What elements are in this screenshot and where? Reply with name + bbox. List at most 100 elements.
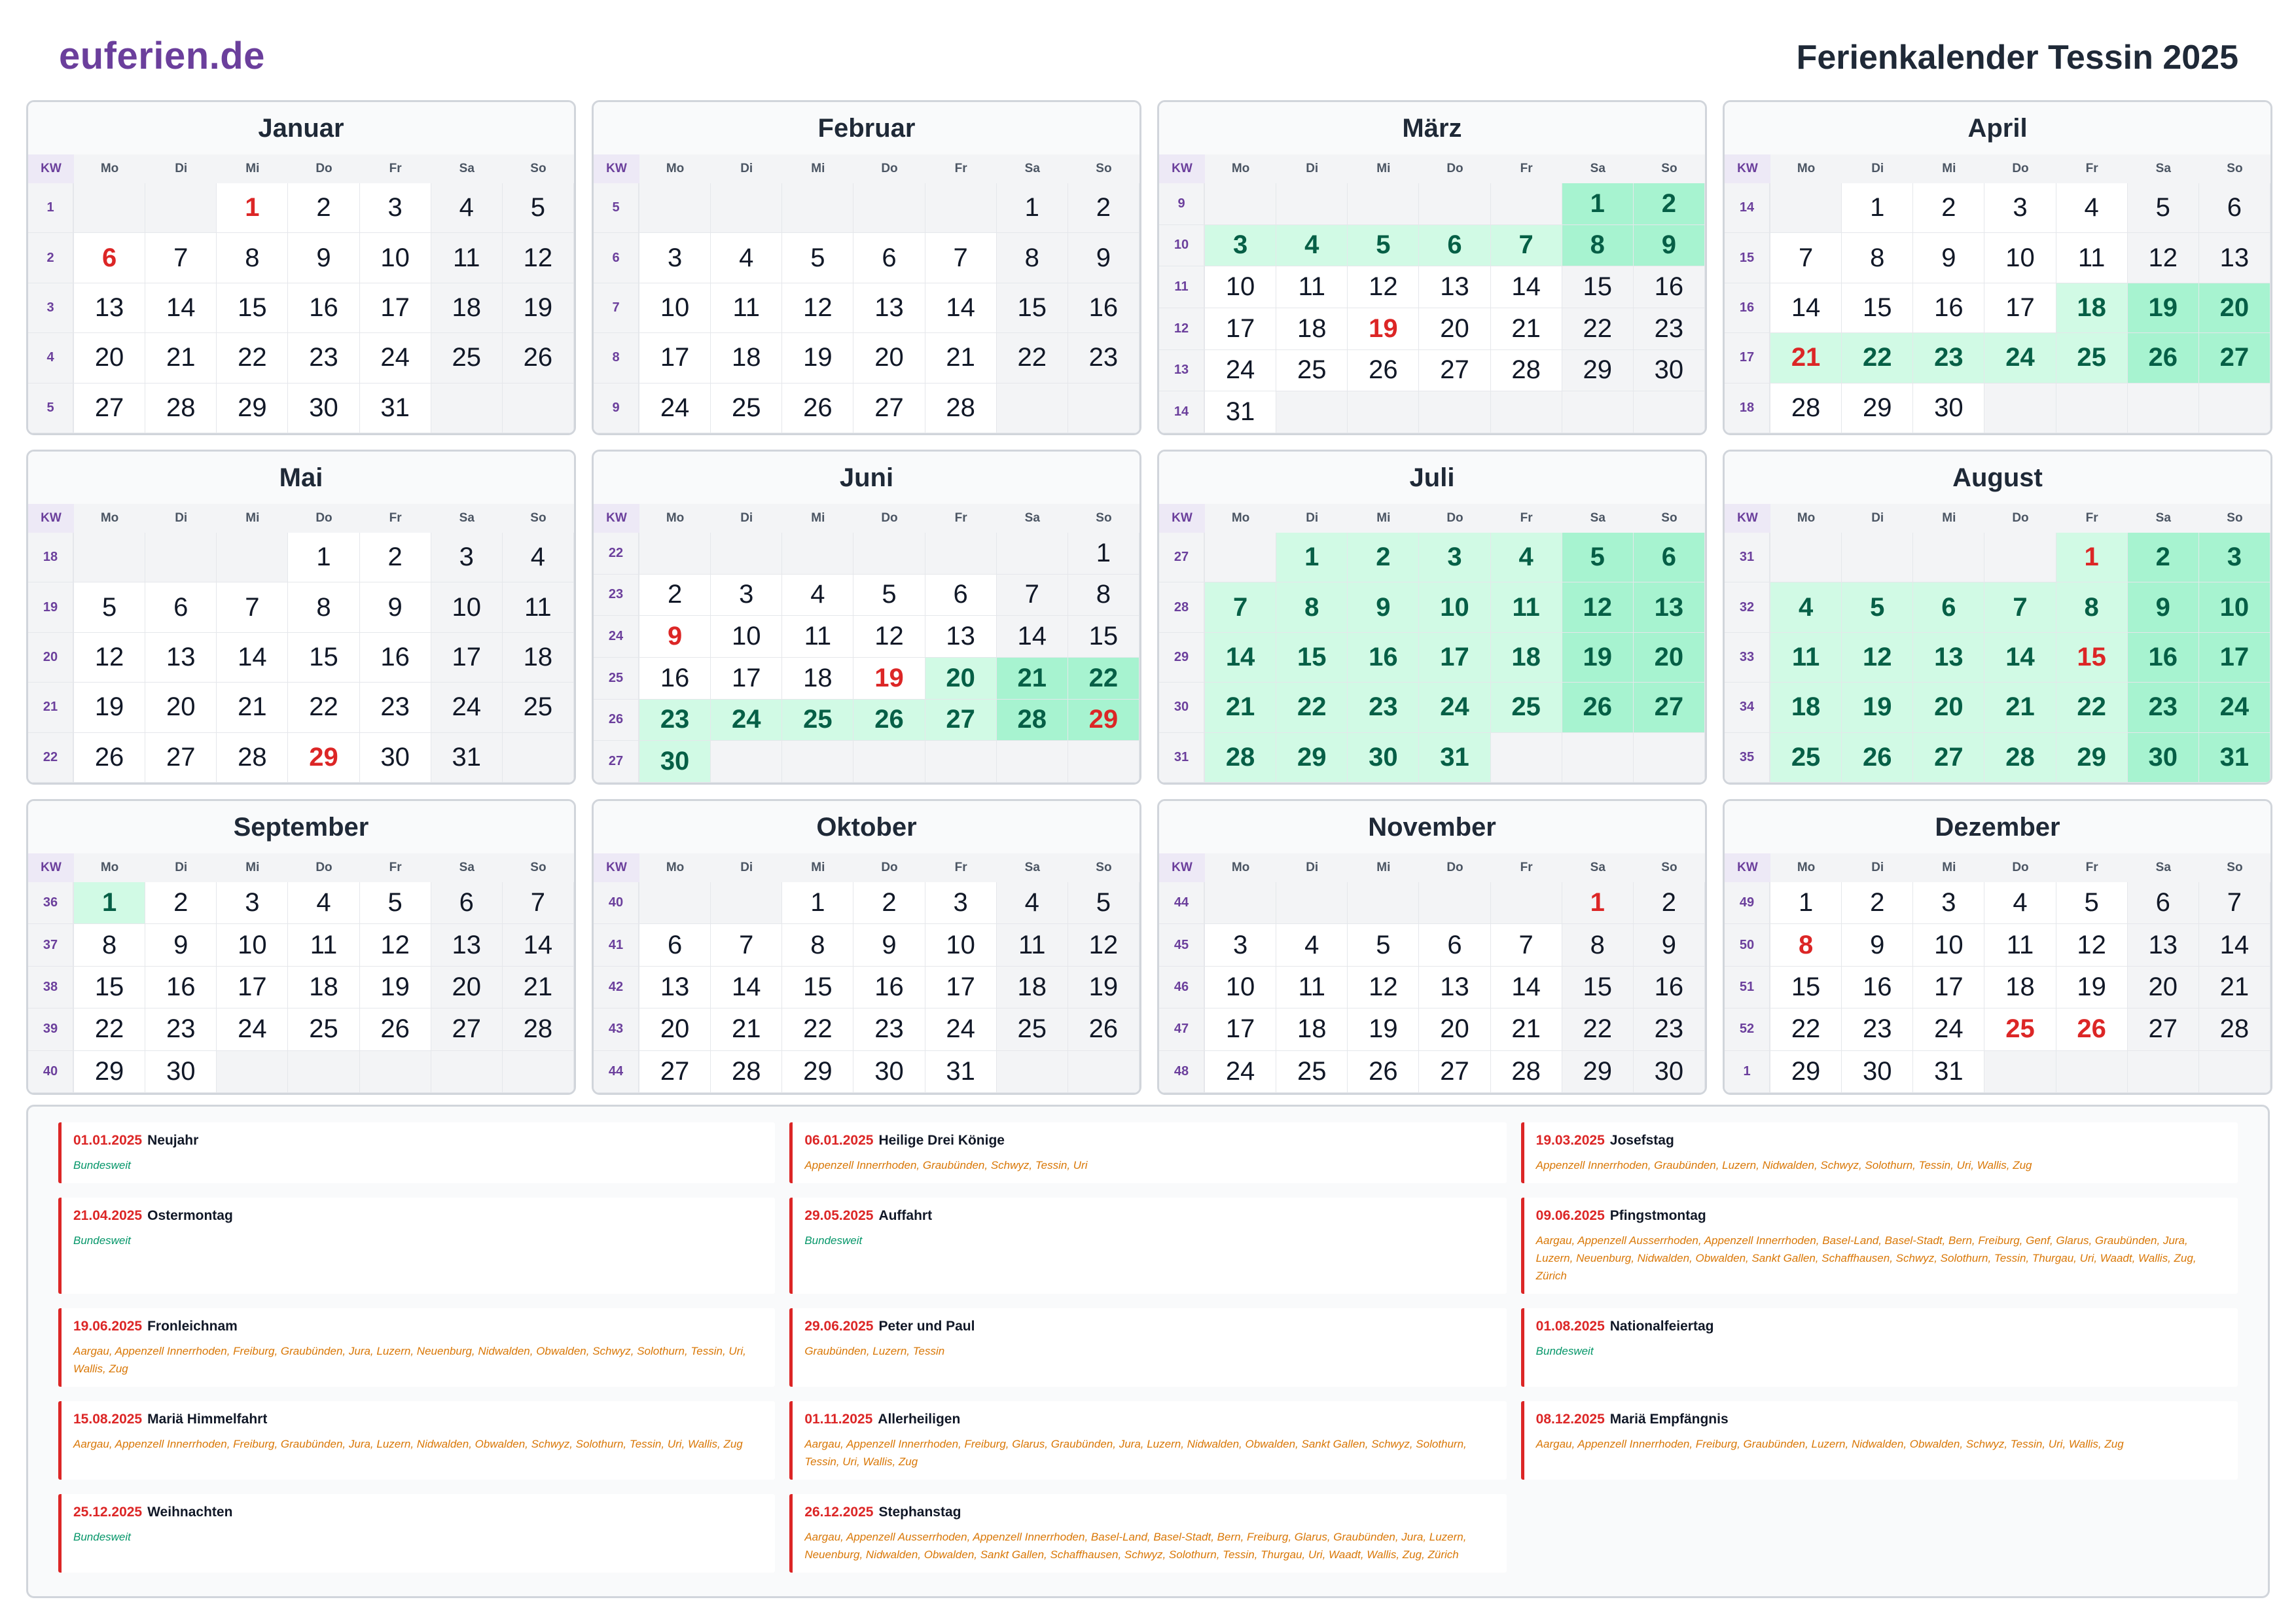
- empty-day-cell: [1419, 882, 1491, 925]
- holiday-title-line: 09.06.2025 Pfingstmontag: [1536, 1208, 2226, 1224]
- weekday-header: Mi: [217, 853, 289, 883]
- day-cell: 12: [782, 283, 854, 334]
- day-cell: 15: [1562, 966, 1634, 1009]
- month-title: März: [1159, 102, 1705, 154]
- empty-day-cell: [639, 183, 711, 234]
- holiday-regions: Bundesweit: [73, 1531, 131, 1543]
- holiday-name: Heilige Drei Könige: [878, 1133, 1005, 1148]
- day-cell: 13: [925, 616, 997, 658]
- month-september: September KW Mo Di Mi Do Fr Sa So 36 1 2 3 4 5 6 7 37 8 9 10…: [26, 799, 576, 1095]
- day-cell: 11: [711, 283, 783, 334]
- vacation-day-cell: 17: [2198, 632, 2270, 683]
- weekday-header: Mi: [217, 154, 289, 185]
- holiday-entry: 06.01.2025 Heilige Drei Könige Appenzell I…: [789, 1122, 1507, 1183]
- day-cell: 13: [431, 924, 503, 967]
- vacation-day-cell: 27: [925, 699, 997, 741]
- vacation-day-cell: 30: [2127, 732, 2199, 783]
- day-cell: 11: [1984, 924, 2056, 967]
- vacation-day-cell: 5: [1842, 582, 1914, 633]
- day-cell: 2: [639, 574, 711, 616]
- empty-day-cell: [782, 533, 854, 575]
- day-cell: 20: [1419, 308, 1491, 350]
- day-cell: 18: [288, 966, 360, 1009]
- empty-day-cell: [1276, 183, 1348, 225]
- day-cell: 28: [1490, 349, 1562, 392]
- day-cell: 24: [639, 383, 711, 433]
- week-number-header: KW: [28, 853, 74, 883]
- holiday-date: 01.01.2025: [73, 1133, 143, 1148]
- empty-day-cell: [925, 533, 997, 575]
- month-title: April: [1725, 102, 2270, 154]
- vacation-day-cell: 4: [1490, 533, 1562, 583]
- week-number: 45: [1159, 924, 1205, 967]
- weekday-header: Mo: [74, 504, 146, 534]
- week-number: 8: [594, 333, 639, 383]
- vacation-day-cell: 24: [2198, 683, 2270, 733]
- vacation-day-cell: 3: [2198, 533, 2270, 583]
- month-juni: Juni KW Mo Di Mi Do Fr Sa So 22 1 23 2 3 4 5 6 7 8 24 9 10 11 1…: [592, 450, 1141, 785]
- day-cell: 19: [74, 683, 146, 733]
- weekday-header: Do: [1419, 504, 1491, 534]
- empty-day-cell: [1770, 183, 1842, 234]
- vacation-day-cell: 23: [1913, 333, 1985, 383]
- day-cell: 29: [1562, 349, 1634, 392]
- month-title: Januar: [28, 102, 574, 154]
- weekday-header: Mi: [1913, 154, 1985, 185]
- day-cell: 16: [1633, 266, 1705, 308]
- empty-day-cell: [1348, 183, 1420, 225]
- week-number: 44: [594, 1050, 639, 1093]
- month-days-grid: KW Mo Di Mi Do Fr Sa So 5 1 2 6 3 4 5 6 7 8 9 7 10 11 12 13 14 15…: [594, 154, 1139, 433]
- holiday-entry: 01.11.2025 Allerheiligen Aargau, Appenzell…: [789, 1401, 1507, 1480]
- week-number: 31: [1159, 732, 1205, 783]
- vacation-day-cell: 2: [1633, 183, 1705, 225]
- day-cell: 3: [1984, 183, 2056, 234]
- week-number: 22: [594, 533, 639, 575]
- holiday-entry: 01.08.2025 Nationalfeiertag Bundesweit: [1520, 1308, 2238, 1387]
- day-cell: 11: [431, 233, 503, 283]
- holiday-title-line: 26.12.2025 Stephanstag: [804, 1505, 1494, 1520]
- month-title: August: [1725, 452, 2270, 504]
- day-cell: 16: [639, 658, 711, 700]
- vacation-day-cell: 7: [1490, 224, 1562, 267]
- month-title: Mai: [28, 452, 574, 504]
- holiday-day-cell: 9: [639, 616, 711, 658]
- week-number: 48: [1159, 1050, 1205, 1093]
- holiday-title-line: 21.04.2025 Ostermontag: [73, 1208, 763, 1224]
- weekday-header: Mo: [1770, 853, 1842, 883]
- week-number: 1: [1725, 1050, 1770, 1093]
- day-cell: 24: [217, 1008, 289, 1051]
- day-cell: 28: [2198, 1008, 2270, 1051]
- day-cell: 31: [925, 1050, 997, 1093]
- month-title: Dezember: [1725, 801, 2270, 853]
- empty-day-cell: [853, 183, 925, 234]
- weekday-header: So: [2198, 154, 2270, 185]
- day-cell: 17: [359, 283, 431, 334]
- vacation-day-cell: 23: [2127, 683, 2199, 733]
- week-number-header: KW: [594, 853, 639, 883]
- holiday-date: 19.03.2025: [1535, 1133, 1605, 1148]
- day-cell: 17: [1205, 308, 1277, 350]
- day-cell: 18: [1276, 308, 1348, 350]
- day-cell: 2: [1067, 183, 1139, 234]
- vacation-day-cell: 13: [1633, 582, 1705, 633]
- week-number: 3: [28, 283, 74, 334]
- vacation-day-cell: 13: [1913, 632, 1985, 683]
- day-cell: 11: [288, 924, 360, 967]
- day-cell: 24: [1205, 349, 1277, 392]
- week-number: 22: [28, 732, 74, 783]
- month-november: November KW Mo Di Mi Do Fr Sa So 44 1 2 45 3 4 5 6 7 8 9 46 1…: [1157, 799, 1707, 1095]
- day-cell: 23: [359, 683, 431, 733]
- day-cell: 1: [1842, 183, 1914, 234]
- holiday-regions: Bundesweit: [804, 1234, 863, 1247]
- vacation-day-cell: 6: [1419, 224, 1491, 267]
- site-logo[interactable]: euferien.de: [59, 34, 265, 78]
- holiday-entry: 21.04.2025 Ostermontag Bundesweit: [58, 1198, 776, 1294]
- day-cell: 10: [925, 924, 997, 967]
- weekday-header: So: [502, 154, 574, 185]
- week-number: 13: [1159, 349, 1205, 392]
- empty-day-cell: [1490, 183, 1562, 225]
- day-cell: 7: [145, 233, 217, 283]
- holiday-entry: 01.01.2025 Neujahr Bundesweit: [58, 1122, 776, 1183]
- month-days-grid: KW Mo Di Mi Do Fr Sa So 9 1 2 10 3 4 5 6 7 8 9 11 10 11 12 13 14…: [1159, 154, 1705, 433]
- holiday-title-line: 19.03.2025 Josefstag: [1536, 1133, 2226, 1149]
